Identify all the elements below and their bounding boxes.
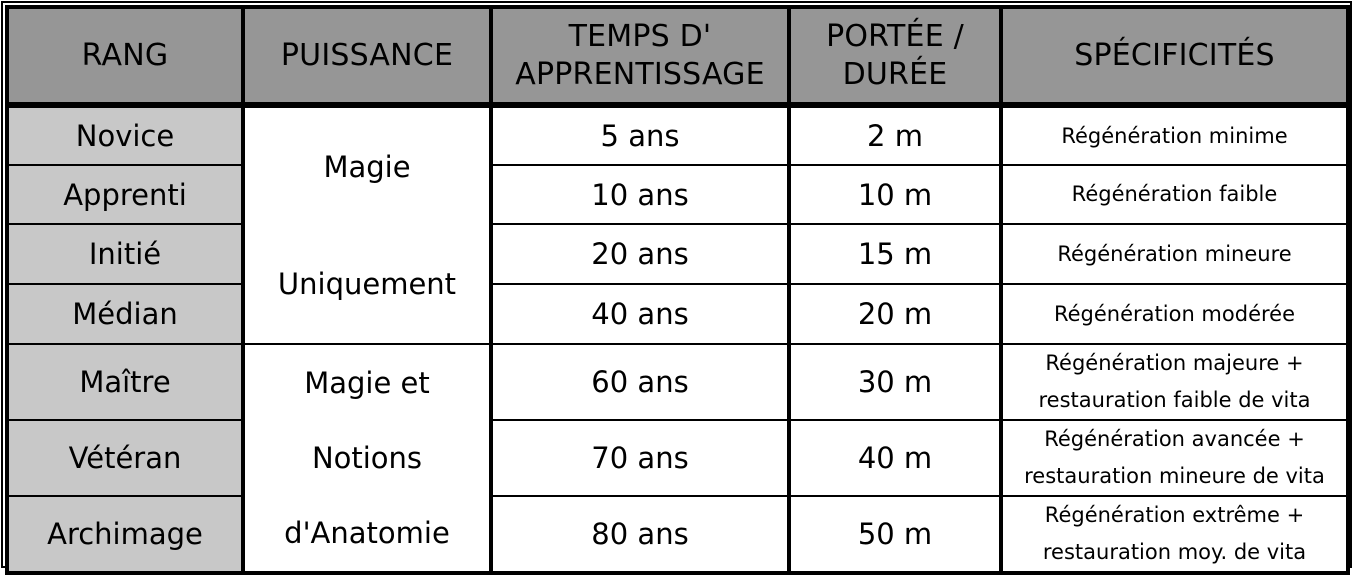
header-temps-line-1: TEMPS D' — [568, 18, 712, 54]
header-portee-line-1: PORTÉE / — [826, 18, 964, 54]
spec-line: restauration mineure de vita — [1024, 464, 1325, 488]
rang-cell: Vétéran — [5, 419, 245, 497]
header-portee-line-2: DURÉE — [842, 56, 948, 92]
table-row: Apprenti 10 ans 10 m Régénération faible — [5, 164, 1350, 225]
portee-cell: 30 m — [787, 343, 1003, 421]
rang-cell: Apprenti — [5, 164, 245, 225]
temps-cell: 60 ans — [489, 343, 791, 421]
puissance-cell: Magie et Notions d'Anatomie — [241, 343, 493, 574]
portee-cell: 40 m — [787, 419, 1003, 497]
portee-cell: 10 m — [787, 164, 1003, 225]
puissance-line: Uniquement — [277, 267, 457, 302]
spec-cell: Régénération mineure — [999, 223, 1350, 285]
portee-cell: 50 m — [787, 495, 1003, 574]
portee-cell: 2 m — [787, 104, 1003, 166]
header-row: RANG PUISSANCE TEMPS D' APPRENTISSAGE PO… — [5, 5, 1350, 108]
header-specificites: SPÉCIFICITÉS — [999, 5, 1350, 108]
rank-table: RANG PUISSANCE TEMPS D' APPRENTISSAGE PO… — [5, 5, 1350, 575]
spec-line: Régénération majeure + — [1045, 351, 1304, 375]
spec-cell: Régénération modérée — [999, 283, 1350, 345]
table-row: Médian 40 ans 20 m Régénération modérée — [5, 283, 1350, 345]
table-row: Novice Magie Uniquement 5 ans 2 m Régéné… — [5, 104, 1350, 345]
temps-cell: 80 ans — [489, 495, 791, 574]
spec-line: Régénération modérée — [1053, 301, 1296, 326]
table-row: Archimage 80 ans 50 m Régénération extrê… — [5, 495, 1350, 574]
table-row: Initié 20 ans 15 m Régénération mineure — [5, 223, 1350, 285]
spec-line: Régénération mineure — [1057, 241, 1292, 266]
temps-cell: 70 ans — [489, 419, 791, 497]
header-rang: RANG — [5, 5, 245, 108]
spec-line: Régénération minime — [1061, 123, 1288, 148]
temps-cell: 20 ans — [489, 223, 791, 285]
rang-cell: Médian — [5, 283, 245, 345]
portee-cell: 15 m — [787, 223, 1003, 285]
header-puissance: PUISSANCE — [241, 5, 493, 108]
header-temps: TEMPS D' APPRENTISSAGE — [489, 5, 791, 108]
spec-cell: Régénération extrême + restauration moy.… — [999, 495, 1350, 574]
spec-cell: Régénération majeure + restauration faib… — [999, 343, 1350, 421]
rang-cell: Archimage — [5, 495, 245, 574]
header-temps-line-2: APPRENTISSAGE — [515, 56, 765, 92]
table-row: Maître Magie et Notions d'Anatomie 60 an… — [5, 343, 1350, 574]
spec-line: Régénération avancée + — [1044, 427, 1305, 451]
table-row: Vétéran 70 ans 40 m Régénération avancée… — [5, 419, 1350, 497]
puissance-cell: Magie Uniquement — [241, 104, 493, 345]
spec-cell: Régénération avancée + restauration mine… — [999, 419, 1350, 497]
puissance-line: d'Anatomie — [284, 516, 450, 551]
temps-cell: 40 ans — [489, 283, 791, 345]
portee-cell: 20 m — [787, 283, 1003, 345]
rang-cell: Maître — [5, 343, 245, 421]
spec-cell: Régénération minime — [999, 104, 1350, 166]
spec-line: restauration moy. de vita — [1042, 540, 1307, 564]
spec-cell: Régénération faible — [999, 164, 1350, 225]
rang-cell: Initié — [5, 223, 245, 285]
spec-line: Régénération faible — [1071, 182, 1278, 206]
puissance-line: Notions — [311, 440, 423, 475]
puissance-line: Magie et — [304, 365, 430, 400]
rang-cell: Novice — [5, 104, 245, 166]
header-portee: PORTÉE / DURÉE — [787, 5, 1003, 108]
puissance-line: Magie — [323, 149, 411, 184]
temps-cell: 10 ans — [489, 164, 791, 225]
spec-line: restauration faible de vita — [1038, 388, 1311, 412]
spec-line: Régénération extrême + — [1044, 503, 1305, 527]
temps-cell: 5 ans — [489, 104, 791, 166]
